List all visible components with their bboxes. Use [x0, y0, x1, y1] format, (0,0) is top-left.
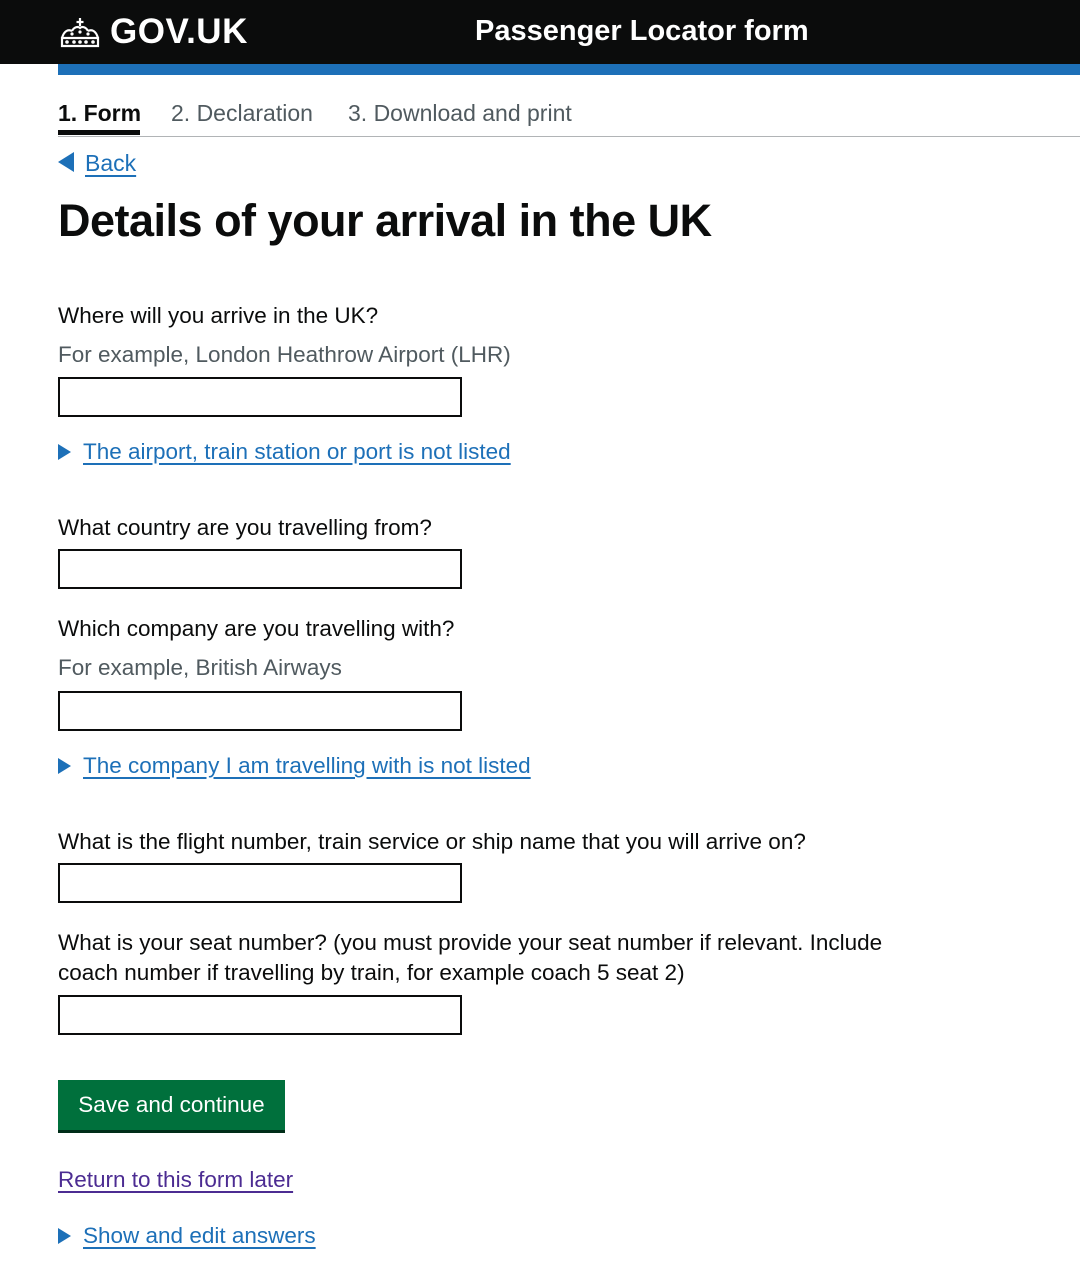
- return-later-link[interactable]: Return to this form later: [58, 1165, 293, 1195]
- show-answers-text: Show and edit answers: [83, 1223, 316, 1248]
- service-number-label: What is the flight number, train service…: [58, 829, 806, 854]
- logo-text: GOV.UK: [110, 12, 248, 51]
- step-form: 1. Form: [58, 100, 142, 126]
- site-header: GOV.UK Passenger Locator form: [0, 0, 1080, 64]
- details-arrow-icon: [58, 444, 71, 460]
- govuk-logo-link[interactable]: GOV.UK: [58, 10, 248, 54]
- crown-icon: [60, 18, 100, 48]
- seat-number-input[interactable]: [58, 995, 462, 1035]
- back-link[interactable]: Back: [58, 148, 136, 178]
- save-and-continue-button[interactable]: Save and continue: [58, 1080, 285, 1130]
- company-not-listed-text: The company I am travelling with is not …: [83, 753, 531, 778]
- company-hint: For example, British Airways: [58, 655, 342, 680]
- service-name-link[interactable]: Passenger Locator form: [475, 12, 809, 50]
- country-from-input[interactable]: [58, 549, 462, 589]
- step-declaration: 2. Declaration: [171, 100, 313, 126]
- arrival-location-not-listed-toggle[interactable]: The airport, train station or port is no…: [58, 437, 511, 467]
- company-label: Which company are you travelling with?: [58, 616, 455, 641]
- step-download-print: 3. Download and print: [348, 100, 572, 126]
- header-blue-bar: [58, 64, 1080, 75]
- arrival-location-input[interactable]: [58, 377, 462, 417]
- arrival-location-not-listed-text: The airport, train station or port is no…: [83, 439, 511, 464]
- arrival-location-label: Where will you arrive in the UK?: [58, 303, 379, 328]
- show-answers-toggle[interactable]: Show and edit answers: [58, 1221, 316, 1251]
- country-from-label: What country are you travelling from?: [58, 515, 432, 540]
- seat-number-label-line1: What is your seat number? (you must prov…: [58, 930, 883, 955]
- seat-number-label-line2: coach number if travelling by train, for…: [58, 960, 685, 985]
- arrival-location-hint: For example, London Heathrow Airport (LH…: [58, 342, 511, 367]
- company-not-listed-toggle[interactable]: The company I am travelling with is not …: [58, 751, 531, 781]
- details-arrow-icon: [58, 1228, 71, 1244]
- back-arrow-icon: [58, 152, 74, 172]
- back-link-text: Back: [85, 150, 137, 176]
- details-arrow-icon: [58, 758, 71, 774]
- company-input[interactable]: [58, 691, 462, 731]
- progress-steps: 1. Form 2. Declaration 3. Download and p…: [58, 97, 1080, 137]
- active-step-indicator: [58, 130, 140, 135]
- service-number-input[interactable]: [58, 863, 462, 903]
- page-title: Details of your arrival in the UK: [58, 195, 712, 246]
